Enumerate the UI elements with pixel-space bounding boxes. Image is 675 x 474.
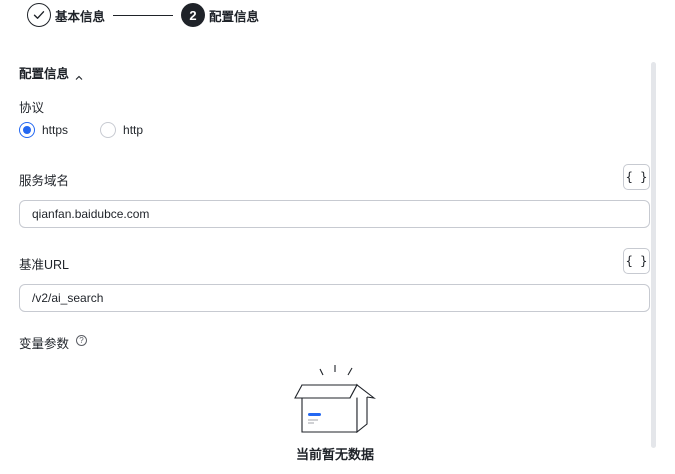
base-url-input[interactable]	[19, 284, 650, 312]
base-url-label: 基准URL	[19, 258, 70, 272]
chevron-up-icon	[75, 69, 83, 80]
radio-http-dot[interactable]	[100, 122, 117, 138]
domain-variable-button[interactable]: { }	[623, 164, 650, 190]
help-icon[interactable]: ?	[76, 335, 87, 346]
scrollbar[interactable]	[651, 62, 656, 448]
protocol-label: 协议	[19, 101, 45, 115]
protocol-radio-group: https http	[19, 122, 175, 138]
step-basic-info[interactable]: 基本信息	[27, 3, 105, 27]
step-connector	[113, 14, 174, 16]
step-number: 2	[181, 3, 206, 27]
empty-box-icon	[294, 365, 377, 434]
check-icon	[27, 3, 51, 27]
base-url-variable-button[interactable]: { }	[623, 248, 650, 274]
empty-state-text: 当前暂无数据	[295, 447, 374, 462]
radio-https-label: https	[42, 123, 69, 137]
step-config-info[interactable]: 2 配置信息	[181, 3, 259, 27]
variables-label: 变量参数	[19, 337, 70, 351]
radio-http[interactable]: http	[100, 122, 143, 138]
domain-input[interactable]	[19, 200, 650, 228]
section-header-config[interactable]: 配置信息	[19, 63, 83, 82]
steps: 基本信息 2 配置信息	[27, 3, 259, 27]
step-basic-info-label: 基本信息	[55, 9, 106, 24]
step-config-info-label: 配置信息	[209, 9, 260, 24]
domain-label: 服务域名	[19, 174, 70, 188]
radio-https-dot[interactable]	[19, 122, 35, 138]
radio-https[interactable]: https	[19, 122, 68, 138]
section-title: 配置信息	[19, 67, 70, 81]
radio-http-label: http	[123, 123, 144, 137]
